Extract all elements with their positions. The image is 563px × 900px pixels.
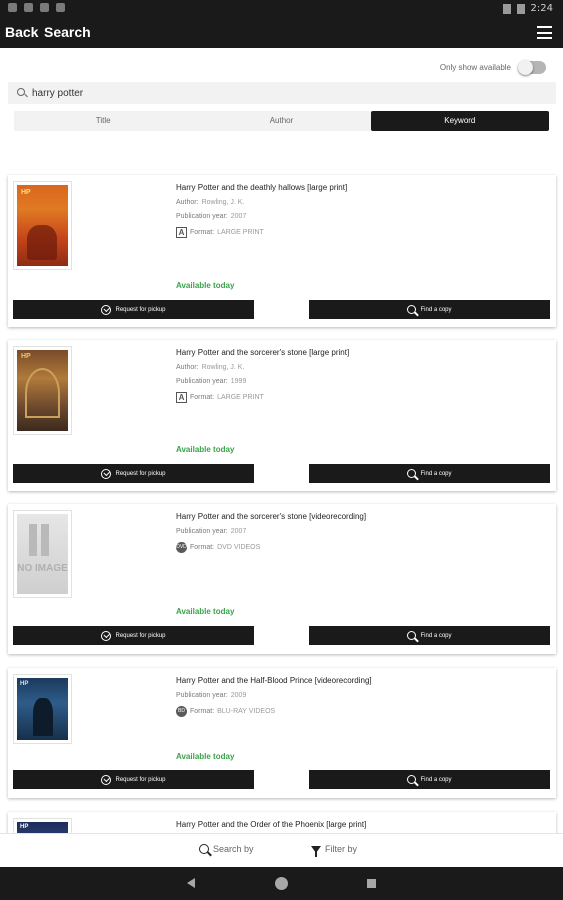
page-title: Search: [44, 24, 91, 40]
only-available-toggle-row: Only show available: [439, 60, 546, 75]
search-input[interactable]: [32, 85, 532, 101]
clock: 2:24: [530, 3, 553, 14]
result-format: A Format: LARGE PRINT: [176, 227, 546, 238]
tab-title[interactable]: Title: [14, 111, 192, 131]
no-image-cover[interactable]: NO IMAGE: [13, 510, 72, 598]
find-copy-button[interactable]: Find a copy: [309, 464, 550, 483]
no-image-label: NO IMAGE: [17, 563, 68, 574]
result-format: A Format: LARGE PRINT: [176, 392, 546, 403]
hamburger-menu-icon[interactable]: [537, 26, 552, 39]
result-card[interactable]: HP Harry Potter and the deathly hallows …: [8, 175, 556, 327]
half-blood-prince-cover[interactable]: HP: [13, 674, 72, 744]
toggle-knob: [518, 60, 533, 75]
app-notification-icon: [24, 3, 33, 12]
sorcerers-stone-cover[interactable]: HP: [13, 346, 72, 435]
nav-recents-icon[interactable]: [367, 879, 376, 888]
status-bar: 2:24: [0, 0, 563, 18]
system-tray: 2:24: [502, 3, 553, 14]
battery-icon: [516, 3, 525, 14]
search-by-button[interactable]: Search by: [199, 844, 254, 854]
search-type-tabs: Title Author Keyword: [14, 111, 549, 131]
result-title[interactable]: Harry Potter and the Order of the Phoeni…: [176, 820, 546, 829]
result-format: DVD Format: DVD VIDEOS: [176, 542, 261, 553]
sim-notification-icon: [56, 3, 65, 12]
check-circle-icon: [101, 304, 112, 315]
search-icon: [199, 844, 209, 854]
search-icon: [407, 305, 417, 314]
tab-keyword[interactable]: Keyword: [370, 111, 549, 131]
only-available-toggle[interactable]: [518, 60, 546, 75]
find-copy-button[interactable]: Find a copy: [309, 626, 550, 645]
back-button[interactable]: Back: [5, 24, 38, 40]
search-icon: [17, 88, 25, 96]
check-circle-icon: [101, 468, 112, 479]
result-info: Harry Potter and the sorcerer's stone [l…: [176, 348, 546, 410]
result-author: Author: Rowling, J. K.: [176, 364, 245, 371]
bottom-action-bar: Search by Filter by: [0, 833, 563, 867]
shield-notification-icon: [40, 3, 49, 12]
result-title[interactable]: Harry Potter and the sorcerer's stone [l…: [176, 348, 546, 357]
request-pickup-button[interactable]: Request for pickup: [13, 770, 254, 789]
result-title[interactable]: Harry Potter and the Half-Blood Prince […: [176, 676, 546, 685]
nav-back-icon[interactable]: [187, 878, 195, 888]
bluray-icon: BD: [176, 706, 187, 717]
search-icon: [407, 631, 417, 640]
request-pickup-button[interactable]: Request for pickup: [13, 300, 254, 319]
search-icon: [407, 775, 417, 784]
request-pickup-button[interactable]: Request for pickup: [13, 464, 254, 483]
result-title[interactable]: Harry Potter and the sorcerer's stone [v…: [176, 512, 546, 521]
result-author: Author: Rowling, J. K.: [176, 199, 245, 206]
find-copy-button[interactable]: Find a copy: [309, 770, 550, 789]
filter-icon: [311, 845, 321, 857]
result-format: BD Format: BLU-RAY VIDEOS: [176, 706, 546, 717]
result-year: Publication year: 2009: [176, 692, 247, 699]
availability-status: Available today: [176, 281, 235, 290]
result-year: Publication year: 2007: [176, 213, 247, 220]
check-circle-icon: [101, 774, 112, 785]
search-bar: [8, 82, 556, 104]
availability-status: Available today: [176, 607, 235, 616]
result-card[interactable]: HP Harry Potter and the sorcerer's stone…: [8, 340, 556, 491]
app-bar: Back Search: [0, 18, 563, 48]
result-year: Publication year: 2007: [176, 528, 247, 535]
availability-status: Available today: [176, 445, 235, 454]
notification-icons: [8, 3, 65, 12]
large-print-icon: A: [176, 227, 187, 238]
request-pickup-button[interactable]: Request for pickup: [13, 626, 254, 645]
result-title[interactable]: Harry Potter and the deathly hallows [la…: [176, 183, 546, 192]
result-card[interactable]: HP Harry Potter and the Half-Blood Princ…: [8, 668, 556, 798]
large-print-icon: A: [176, 392, 187, 403]
result-year: Publication year: 1999: [176, 378, 247, 385]
tab-author[interactable]: Author: [192, 111, 370, 131]
result-info: Harry Potter and the deathly hallows [la…: [176, 183, 546, 245]
check-circle-icon: [101, 630, 112, 641]
wifi-icon: [502, 3, 511, 14]
system-navigation-bar: [0, 867, 563, 900]
deathly-hallows-cover[interactable]: HP: [13, 181, 72, 270]
nav-home-icon[interactable]: [275, 877, 288, 890]
find-copy-button[interactable]: Find a copy: [309, 300, 550, 319]
settings-notification-icon: [8, 3, 17, 12]
availability-status: Available today: [176, 752, 235, 761]
search-icon: [407, 469, 417, 478]
dvd-icon: DVD: [176, 542, 187, 553]
toggle-label: Only show available: [439, 63, 511, 72]
result-card[interactable]: NO IMAGE Harry Potter and the sorcerer's…: [8, 504, 556, 654]
result-info: Harry Potter and the Half-Blood Prince […: [176, 676, 546, 724]
filter-by-button[interactable]: Filter by: [311, 844, 357, 857]
result-info: Harry Potter and the sorcerer's stone [v…: [176, 512, 546, 560]
